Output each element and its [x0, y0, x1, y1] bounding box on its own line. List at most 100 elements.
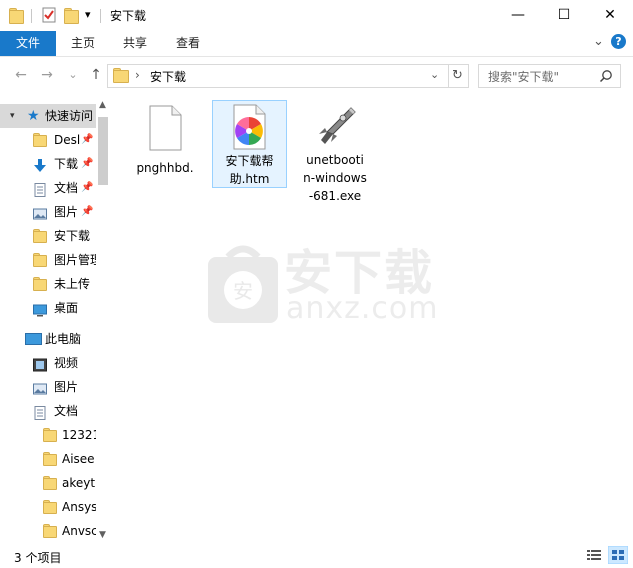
document-icon: [33, 181, 47, 197]
star-icon: ★: [27, 108, 40, 124]
forward-button[interactable]: →: [37, 65, 57, 85]
details-view-icon[interactable]: [586, 549, 602, 562]
sidebar-item[interactable]: 桌面: [0, 296, 96, 320]
search-placeholder: 搜索"安下载": [488, 70, 560, 84]
picture-icon: [33, 205, 47, 220]
rocket-exe-icon: [319, 107, 356, 144]
minimize-button[interactable]: —: [495, 0, 541, 31]
tab-view[interactable]: 查看: [176, 31, 200, 56]
title-separator: [100, 9, 101, 23]
address-separator[interactable]: ›: [135, 68, 140, 82]
pinwheel-htm-icon: [233, 104, 266, 150]
sidebar-item-label: Desl: [54, 133, 81, 147]
window-title: 安下载: [110, 9, 147, 23]
sidebar-item-label: 图片: [54, 380, 79, 394]
address-path[interactable]: 安下载: [150, 68, 186, 85]
refresh-button[interactable]: ↻: [447, 64, 469, 88]
sidebar-item[interactable]: 文档: [0, 399, 96, 423]
document-icon: [33, 404, 47, 420]
sidebar-item[interactable]: 12321: [0, 423, 96, 447]
file-name-line1: unetbooti: [306, 153, 364, 167]
file-item-selected[interactable]: 安下载帮 助.htm: [212, 100, 287, 188]
pin-icon: 📌: [81, 134, 94, 145]
folder-icon: [33, 229, 47, 243]
file-item[interactable]: pnghhbd.: [131, 101, 199, 191]
address-bar[interactable]: › 安下载 ⌄: [107, 64, 449, 88]
sidebar-item[interactable]: 安下载: [0, 224, 96, 248]
sidebar-item[interactable]: 图片 📌: [0, 200, 96, 224]
sidebar-item[interactable]: 下载 📌: [0, 152, 96, 176]
sidebar-item-label: Aisee: [62, 452, 95, 466]
sidebar-item-label: 未上传: [54, 277, 91, 291]
sidebar-item[interactable]: 未上传: [0, 272, 96, 296]
sidebar-item[interactable]: Anvsc: [0, 519, 96, 543]
sidebar-item[interactable]: Aisee: [0, 447, 96, 471]
desktop-icon: [33, 301, 47, 317]
file-name-line1: 安下载帮: [225, 154, 274, 168]
recent-locations-button[interactable]: ⌄: [63, 65, 83, 85]
properties-icon[interactable]: [40, 6, 58, 24]
ribbon-expand-icon[interactable]: ⌄: [593, 34, 604, 49]
tab-share[interactable]: 共享: [123, 31, 147, 56]
scroll-down-icon[interactable]: ▼: [99, 530, 106, 540]
scroll-up-icon[interactable]: ▲: [99, 100, 106, 110]
folder-icon: [43, 500, 57, 514]
help-icon[interactable]: ?: [611, 34, 626, 49]
sidebar-item-this-pc[interactable]: 此电脑: [0, 327, 96, 351]
picture-icon: [33, 380, 47, 395]
blank-file-icon: [149, 105, 182, 151]
sidebar-item-label: 视频: [54, 356, 79, 370]
sidebar-item-label: 此电脑: [45, 332, 82, 346]
folder-icon: [8, 6, 26, 24]
file-item[interactable]: unetbooti n-windows -681.exe: [295, 101, 375, 205]
computer-icon: [25, 333, 42, 345]
up-button[interactable]: ↑: [86, 65, 106, 85]
sidebar-item[interactable]: 视频: [0, 351, 96, 375]
title-bar: ▾ 安下载 — ☐ ✕: [0, 0, 633, 31]
sidebar-item-label: 快速访问: [45, 109, 94, 123]
sidebar-item-quick-access[interactable]: ▾ ★ 快速访问: [0, 104, 96, 128]
chevron-down-icon[interactable]: ▾: [10, 104, 15, 128]
tab-file[interactable]: 文件: [0, 31, 56, 56]
sidebar-item[interactable]: 图片: [0, 375, 96, 399]
scrollbar-thumb[interactable]: [98, 117, 108, 185]
folder-icon: [33, 253, 47, 267]
sidebar-item[interactable]: akeyt: [0, 471, 96, 495]
search-input[interactable]: 搜索"安下载": [478, 64, 621, 88]
quick-access-toolbar-dropdown[interactable]: ▾: [85, 8, 91, 21]
folder-icon: [33, 277, 47, 291]
download-icon: [33, 157, 47, 172]
folder-icon: [43, 428, 57, 442]
folder-icon: [33, 133, 47, 147]
watermark-en: anxz.com: [286, 291, 439, 326]
new-folder-icon[interactable]: [63, 6, 81, 24]
sidebar-item-label: Anvsc: [62, 524, 96, 538]
sidebar-item-label: 图片管理: [54, 253, 96, 267]
close-button[interactable]: ✕: [587, 0, 633, 31]
file-name-line3: -681.exe: [308, 189, 362, 203]
file-name-line2: 助.htm: [229, 172, 270, 186]
folder-icon: [43, 524, 57, 538]
navigation-pane: ▾ ★ 快速访问 Desl📌下载📌文档📌图片📌安下载图片管理未上传桌面 此电脑 …: [0, 100, 110, 543]
address-dropdown-icon[interactable]: ⌄: [430, 68, 439, 81]
sidebar-item-label: 图片: [54, 205, 79, 219]
tab-home[interactable]: 主页: [71, 31, 95, 56]
file-list: 安 安下载 anxz.com pnghhbd. 安下载帮 助.htm unetb…: [111, 93, 633, 543]
sidebar-item[interactable]: Desl 📌: [0, 128, 96, 152]
sidebar-item-label: 文档: [54, 404, 79, 418]
file-name: pnghhbd.: [136, 161, 194, 175]
status-bar: 3 个项目: [0, 543, 633, 568]
pin-icon: 📌: [81, 158, 94, 169]
magnifier-icon[interactable]: [599, 69, 613, 83]
sidebar-item[interactable]: 文档 📌: [0, 176, 96, 200]
sidebar-item-label: akeyt: [62, 476, 96, 490]
sidebar-item[interactable]: 图片管理: [0, 248, 96, 272]
back-button[interactable]: ←: [11, 65, 31, 85]
sidebar-item[interactable]: Ansys: [0, 495, 96, 519]
maximize-button[interactable]: ☐: [541, 0, 587, 31]
sidebar-item-label: 安下载: [54, 229, 91, 243]
folder-icon: [43, 476, 57, 490]
pin-icon: 📌: [81, 182, 94, 193]
folder-icon: [113, 68, 129, 83]
large-icons-view-icon[interactable]: [608, 546, 628, 564]
